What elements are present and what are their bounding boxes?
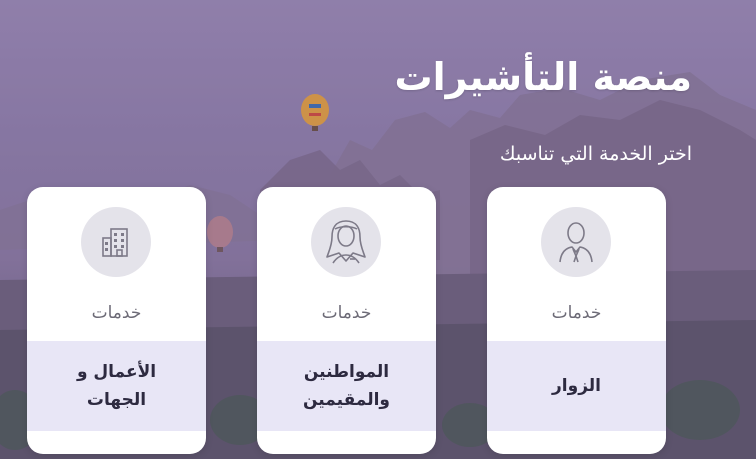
card-label: الزوار	[552, 376, 601, 396]
building-icon	[102, 228, 128, 257]
card-category: خدمات	[321, 303, 372, 323]
service-card-business[interactable]: خدمات الأعمال و الجهات	[27, 187, 206, 454]
card-label: المواطنين والمقيمين	[303, 362, 390, 410]
icon-circle	[81, 207, 151, 277]
card-label: الأعمال و الجهات	[76, 362, 157, 410]
service-card-citizens[interactable]: خدمات المواطنين والمقيمين	[257, 187, 436, 454]
visitor-icon	[559, 222, 593, 263]
page-subtitle: اختر الخدمة التي تناسبك	[499, 143, 692, 165]
service-card-visitors[interactable]: خدمات الزوار	[487, 187, 666, 454]
card-category: خدمات	[91, 303, 142, 323]
citizen-icon	[326, 220, 366, 264]
card-category: خدمات	[551, 303, 602, 323]
page-title: منصة التأشيرات	[394, 55, 692, 99]
icon-circle	[541, 207, 611, 277]
card-label-band: الأعمال و الجهات	[27, 341, 206, 431]
card-label-band: الزوار	[487, 341, 666, 431]
icon-circle	[311, 207, 381, 277]
card-label-band: المواطنين والمقيمين	[257, 341, 436, 431]
